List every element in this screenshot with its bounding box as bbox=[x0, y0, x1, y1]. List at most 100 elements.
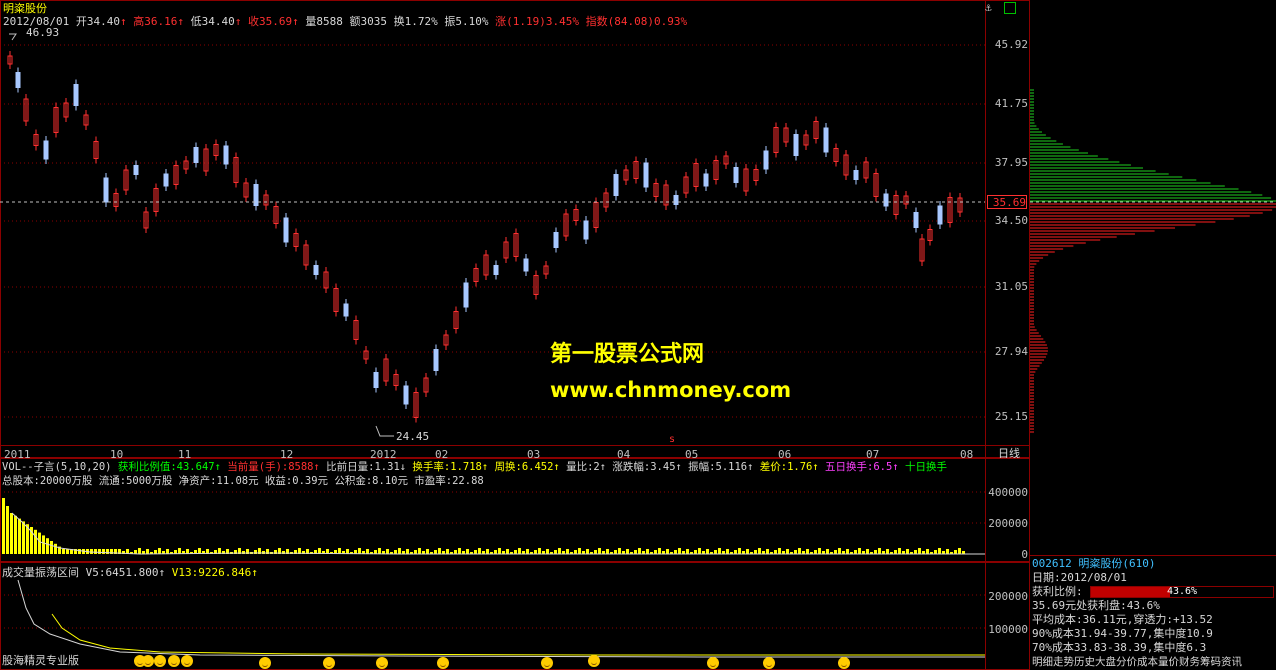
profit-ratio-value: 43.6% bbox=[1166, 586, 1198, 597]
vol-tick: 200000 bbox=[988, 517, 1028, 530]
volume-bar bbox=[434, 550, 437, 554]
volume-bar bbox=[958, 548, 961, 554]
volume-bar bbox=[886, 549, 889, 554]
volume-bar bbox=[14, 515, 17, 554]
volume-bar bbox=[66, 549, 69, 554]
chip-distribution-panel[interactable] bbox=[1030, 0, 1276, 555]
volume-bar bbox=[918, 548, 921, 554]
volume-bar bbox=[10, 513, 13, 554]
chip-line: 平均成本:36.11元,穿透力:+13.52 bbox=[1032, 613, 1213, 626]
volume-bar bbox=[774, 550, 777, 554]
price-tick: 41.75 bbox=[994, 97, 1028, 110]
smiley-icon bbox=[376, 657, 388, 669]
volume-bar bbox=[106, 549, 109, 554]
candle-body bbox=[643, 162, 649, 188]
volume-bar bbox=[838, 548, 841, 554]
volume-bar bbox=[766, 549, 769, 554]
price-tick: 27.94 bbox=[994, 345, 1028, 358]
volume-bar bbox=[398, 548, 401, 554]
candle-body bbox=[673, 195, 679, 205]
candle-body bbox=[463, 282, 469, 308]
volume-bar bbox=[898, 548, 901, 554]
volume-bar bbox=[654, 550, 657, 554]
vol-tick: 400000 bbox=[988, 486, 1028, 499]
volume-bar bbox=[858, 548, 861, 554]
volume-bar bbox=[834, 550, 837, 554]
volume-bar bbox=[806, 549, 809, 554]
smiley-icon bbox=[707, 657, 719, 669]
volume-bar bbox=[426, 549, 429, 554]
smiley-icon bbox=[588, 655, 600, 667]
volume-bar bbox=[946, 549, 949, 554]
candle-body bbox=[373, 372, 379, 388]
volume-bar bbox=[566, 549, 569, 554]
volume-bar bbox=[518, 548, 521, 554]
bottom-tab-strip[interactable]: 明细走势历史大盘分价成本量价财务筹码资讯 bbox=[1032, 656, 1242, 669]
volume-bar bbox=[578, 548, 581, 554]
volume-bar bbox=[714, 550, 717, 554]
volume-bar bbox=[698, 548, 701, 554]
volume-bar bbox=[90, 549, 93, 554]
volume-bar bbox=[146, 549, 149, 554]
watermark-url: www.chnmoney.com bbox=[550, 378, 792, 402]
volume-bar bbox=[466, 549, 469, 554]
volume-bar bbox=[874, 550, 877, 554]
candle-body bbox=[613, 174, 619, 196]
volume-bar bbox=[102, 549, 105, 554]
volume-bar bbox=[394, 550, 397, 554]
candle-body bbox=[583, 220, 589, 240]
volume-bar bbox=[486, 549, 489, 554]
smiley-icon bbox=[259, 657, 271, 669]
chip-line: 35.69元处获利盘:43.6% bbox=[1032, 599, 1160, 612]
volume-bar bbox=[366, 549, 369, 554]
volume-bar bbox=[42, 535, 45, 554]
candle-body bbox=[73, 84, 79, 106]
candle-body bbox=[493, 265, 499, 275]
volume-bar bbox=[846, 549, 849, 554]
volume-bar bbox=[706, 549, 709, 554]
volume-bar bbox=[454, 550, 457, 554]
kline-chart[interactable] bbox=[0, 0, 1030, 458]
volume-bar bbox=[34, 529, 37, 554]
volume-bar bbox=[618, 548, 621, 554]
volume-bar bbox=[50, 541, 53, 554]
volume-bar bbox=[826, 549, 829, 554]
smiley-icon bbox=[437, 657, 449, 669]
volume-bar bbox=[458, 548, 461, 554]
volume-bar bbox=[606, 549, 609, 554]
oscillator-chart[interactable] bbox=[0, 562, 985, 670]
volume-bar bbox=[506, 549, 509, 554]
smiley-icon bbox=[181, 655, 193, 667]
candle-body bbox=[163, 173, 169, 187]
price-tick: 25.15 bbox=[994, 410, 1028, 423]
candle-body bbox=[283, 217, 289, 243]
volume-chart[interactable] bbox=[0, 458, 985, 562]
candle-body bbox=[853, 170, 859, 180]
volume-bar bbox=[178, 548, 181, 554]
volume-bar bbox=[554, 550, 557, 554]
volume-bar bbox=[538, 548, 541, 554]
profit-ratio-bar: 43.6% bbox=[1090, 586, 1274, 598]
volume-bar bbox=[534, 550, 537, 554]
osc-axis-divider bbox=[985, 562, 986, 670]
volume-bar bbox=[498, 548, 501, 554]
volume-bar bbox=[854, 550, 857, 554]
volume-bar bbox=[638, 548, 641, 554]
volume-bar bbox=[738, 548, 741, 554]
low-marker-line bbox=[375, 425, 394, 437]
price-gridlines bbox=[0, 44, 985, 418]
v5-line bbox=[17, 579, 985, 658]
candle-body bbox=[43, 140, 49, 160]
volume-bar bbox=[22, 521, 25, 554]
volume-bar bbox=[526, 549, 529, 554]
volume-bar bbox=[558, 548, 561, 554]
volume-bar bbox=[62, 549, 65, 554]
volume-bar bbox=[18, 518, 21, 554]
volume-bar bbox=[878, 548, 881, 554]
candle-body bbox=[763, 150, 769, 170]
volume-bar bbox=[138, 548, 141, 554]
watermark-title: 第一股票公式网 bbox=[550, 342, 705, 367]
volume-bar bbox=[598, 548, 601, 554]
candle-body bbox=[553, 232, 559, 248]
volume-bar bbox=[358, 548, 361, 554]
